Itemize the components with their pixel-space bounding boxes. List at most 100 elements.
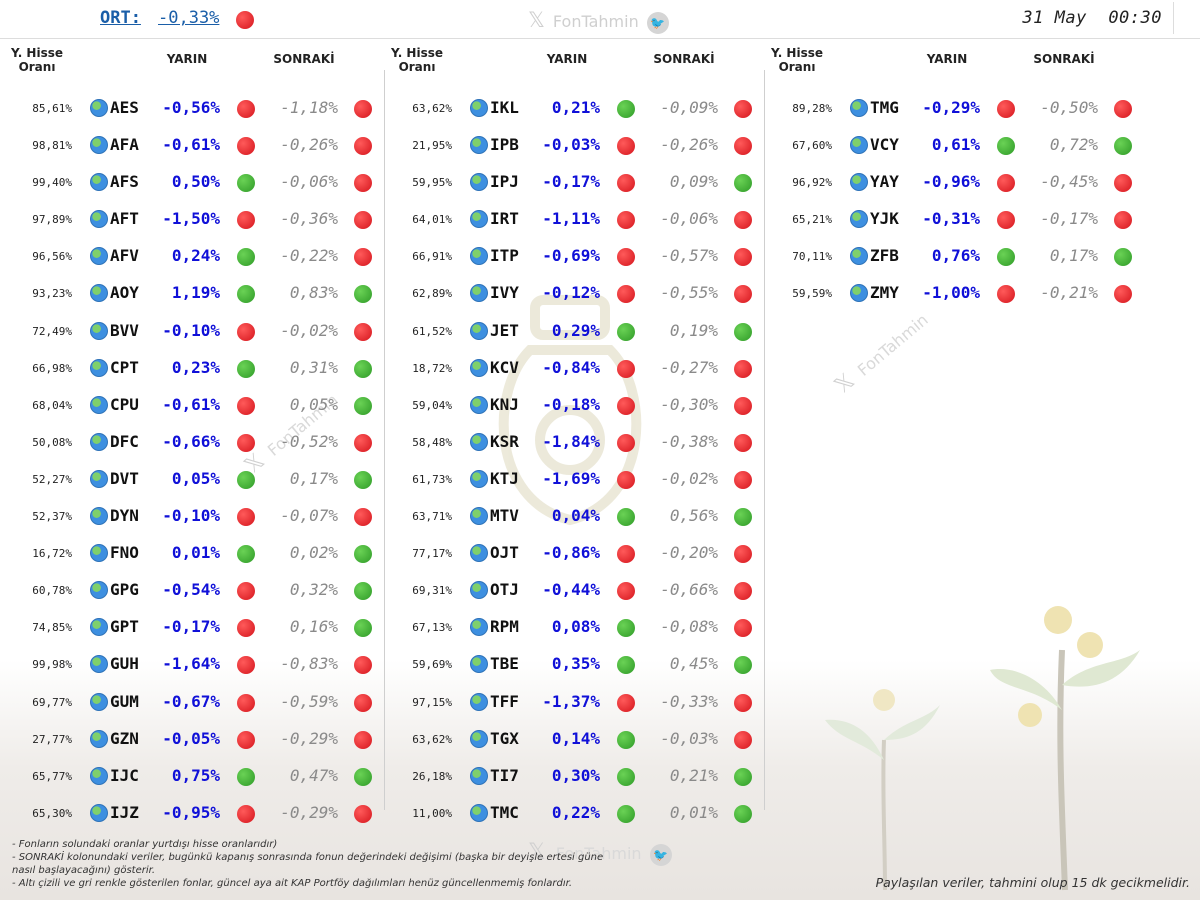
- foreign-stock-ratio: 62,89%: [412, 287, 452, 301]
- fund-code[interactable]: MTV: [490, 506, 519, 525]
- fund-code[interactable]: AFV: [110, 246, 139, 265]
- fund-code[interactable]: ITP: [490, 246, 519, 265]
- fund-code[interactable]: GPT: [110, 617, 139, 636]
- fund-row[interactable]: 65,21% YJK -0,31% -0,17%: [762, 203, 1134, 240]
- fund-code[interactable]: ZFB: [870, 246, 899, 265]
- ort-label[interactable]: ORT:: [100, 8, 141, 28]
- fund-row[interactable]: 93,23% AOY 1,19% 0,83%: [2, 277, 374, 314]
- fund-code[interactable]: AFA: [110, 135, 139, 154]
- fund-row[interactable]: 61,73% KTJ -1,69% -0,02%: [382, 463, 754, 500]
- fund-row[interactable]: 99,40% AFS 0,50% -0,06%: [2, 166, 374, 203]
- fund-code[interactable]: TMG: [870, 98, 899, 117]
- fund-row[interactable]: 21,95% IPB -0,03% -0,26%: [382, 129, 754, 166]
- fund-row[interactable]: 27,77% GZN -0,05% -0,29%: [2, 723, 374, 760]
- fund-row[interactable]: 62,89% IVY -0,12% -0,55%: [382, 277, 754, 314]
- fund-row[interactable]: 69,77% GUM -0,67% -0,59%: [2, 686, 374, 723]
- fund-code[interactable]: TBE: [490, 654, 519, 673]
- fund-row[interactable]: 66,98% CPT 0,23% 0,31%: [2, 352, 374, 389]
- fund-row[interactable]: 59,04% KNJ -0,18% -0,30%: [382, 389, 754, 426]
- fund-code[interactable]: KTJ: [490, 469, 519, 488]
- fund-row[interactable]: 96,56% AFV 0,24% -0,22%: [2, 240, 374, 277]
- fund-row[interactable]: 65,77% IJC 0,75% 0,47%: [2, 760, 374, 797]
- fund-row[interactable]: 89,28% TMG -0,29% -0,50%: [762, 92, 1134, 129]
- fund-code[interactable]: RPM: [490, 617, 519, 636]
- fund-code[interactable]: DYN: [110, 506, 139, 525]
- fund-row[interactable]: 52,37% DYN -0,10% -0,07%: [2, 500, 374, 537]
- fund-code[interactable]: IVY: [490, 283, 519, 302]
- fund-row[interactable]: 85,61% AES -0,56% -1,18%: [2, 92, 374, 129]
- fund-code[interactable]: BVV: [110, 321, 139, 340]
- fund-code[interactable]: KCV: [490, 358, 519, 377]
- fund-code[interactable]: KNJ: [490, 395, 519, 414]
- fund-row[interactable]: 52,27% DVT 0,05% 0,17%: [2, 463, 374, 500]
- fund-code[interactable]: IRT: [490, 209, 519, 228]
- foreign-stock-ratio: 65,21%: [792, 213, 832, 227]
- fund-row[interactable]: 72,49% BVV -0,10% -0,02%: [2, 315, 374, 352]
- fund-row[interactable]: 63,62% TGX 0,14% -0,03%: [382, 723, 754, 760]
- fund-code[interactable]: IKL: [490, 98, 519, 117]
- fund-code[interactable]: YJK: [870, 209, 899, 228]
- fund-row[interactable]: 69,31% OTJ -0,44% -0,66%: [382, 574, 754, 611]
- fund-row[interactable]: 11,00% TMC 0,22% 0,01%: [382, 797, 754, 834]
- fund-row[interactable]: 99,98% GUH -1,64% -0,83%: [2, 648, 374, 685]
- fund-row[interactable]: 70,11% ZFB 0,76% 0,17%: [762, 240, 1134, 277]
- fund-row[interactable]: 60,78% GPG -0,54% 0,32%: [2, 574, 374, 611]
- fund-code[interactable]: TMC: [490, 803, 519, 822]
- fund-row[interactable]: 63,71% MTV 0,04% 0,56%: [382, 500, 754, 537]
- fund-code[interactable]: GZN: [110, 729, 139, 748]
- fund-row[interactable]: 67,60% VCY 0,61% 0,72%: [762, 129, 1134, 166]
- fund-row[interactable]: 97,89% AFT -1,50% -0,36%: [2, 203, 374, 240]
- fund-code[interactable]: IPB: [490, 135, 519, 154]
- fund-row[interactable]: 63,62% IKL 0,21% -0,09%: [382, 92, 754, 129]
- fund-row[interactable]: 96,92% YAY -0,96% -0,45%: [762, 166, 1134, 203]
- fund-code[interactable]: OJT: [490, 543, 519, 562]
- fund-code[interactable]: IJC: [110, 766, 139, 785]
- fund-row[interactable]: 58,48% KSR -1,84% -0,38%: [382, 426, 754, 463]
- fund-code[interactable]: CPT: [110, 358, 139, 377]
- fund-row[interactable]: 66,91% ITP -0,69% -0,57%: [382, 240, 754, 277]
- fund-code[interactable]: AFS: [110, 172, 139, 191]
- fund-row[interactable]: 67,13% RPM 0,08% -0,08%: [382, 611, 754, 648]
- fund-row[interactable]: 59,69% TBE 0,35% 0,45%: [382, 648, 754, 685]
- fund-code[interactable]: DVT: [110, 469, 139, 488]
- fund-code[interactable]: GPG: [110, 580, 139, 599]
- yarin-status-dot-icon: [237, 619, 255, 638]
- fund-row[interactable]: 98,81% AFA -0,61% -0,26%: [2, 129, 374, 166]
- fund-row[interactable]: 18,72% KCV -0,84% -0,27%: [382, 352, 754, 389]
- fund-row[interactable]: 61,52% JET 0,29% 0,19%: [382, 315, 754, 352]
- fund-row[interactable]: 74,85% GPT -0,17% 0,16%: [2, 611, 374, 648]
- fund-row[interactable]: 65,30% IJZ -0,95% -0,29%: [2, 797, 374, 834]
- fund-code[interactable]: TFF: [490, 692, 519, 711]
- fund-row[interactable]: 64,01% IRT -1,11% -0,06%: [382, 203, 754, 240]
- fund-code[interactable]: YAY: [870, 172, 899, 191]
- fund-code[interactable]: IPJ: [490, 172, 519, 191]
- fund-code[interactable]: IJZ: [110, 803, 139, 822]
- fund-row[interactable]: 59,95% IPJ -0,17% 0,09%: [382, 166, 754, 203]
- yarin-value: 0,76%: [931, 246, 980, 266]
- yarin-status-dot-icon: [237, 322, 255, 341]
- globe-icon: [470, 507, 488, 526]
- fund-code[interactable]: GUH: [110, 654, 139, 673]
- fund-row[interactable]: 16,72% FNO 0,01% 0,02%: [2, 537, 374, 574]
- fund-code[interactable]: FNO: [110, 543, 139, 562]
- fund-code[interactable]: VCY: [870, 135, 899, 154]
- fund-row[interactable]: 68,04% CPU -0,61% 0,05%: [2, 389, 374, 426]
- fund-code[interactable]: ZMY: [870, 283, 899, 302]
- fund-code[interactable]: AOY: [110, 283, 139, 302]
- fund-row[interactable]: 77,17% OJT -0,86% -0,20%: [382, 537, 754, 574]
- ort-value[interactable]: -0,33%: [158, 8, 219, 28]
- fund-code[interactable]: KSR: [490, 432, 519, 451]
- fund-code[interactable]: DFC: [110, 432, 139, 451]
- fund-code[interactable]: OTJ: [490, 580, 519, 599]
- fund-code[interactable]: AES: [110, 98, 139, 117]
- fund-code[interactable]: CPU: [110, 395, 139, 414]
- fund-code[interactable]: AFT: [110, 209, 139, 228]
- fund-row[interactable]: 26,18% TI7 0,30% 0,21%: [382, 760, 754, 797]
- fund-row[interactable]: 50,08% DFC -0,66% -0,52%: [2, 426, 374, 463]
- fund-row[interactable]: 97,15% TFF -1,37% -0,33%: [382, 686, 754, 723]
- fund-code[interactable]: GUM: [110, 692, 139, 711]
- fund-code[interactable]: TI7: [490, 766, 519, 785]
- fund-code[interactable]: JET: [490, 321, 519, 340]
- fund-code[interactable]: TGX: [490, 729, 519, 748]
- fund-row[interactable]: 59,59% ZMY -1,00% -0,21%: [762, 277, 1134, 314]
